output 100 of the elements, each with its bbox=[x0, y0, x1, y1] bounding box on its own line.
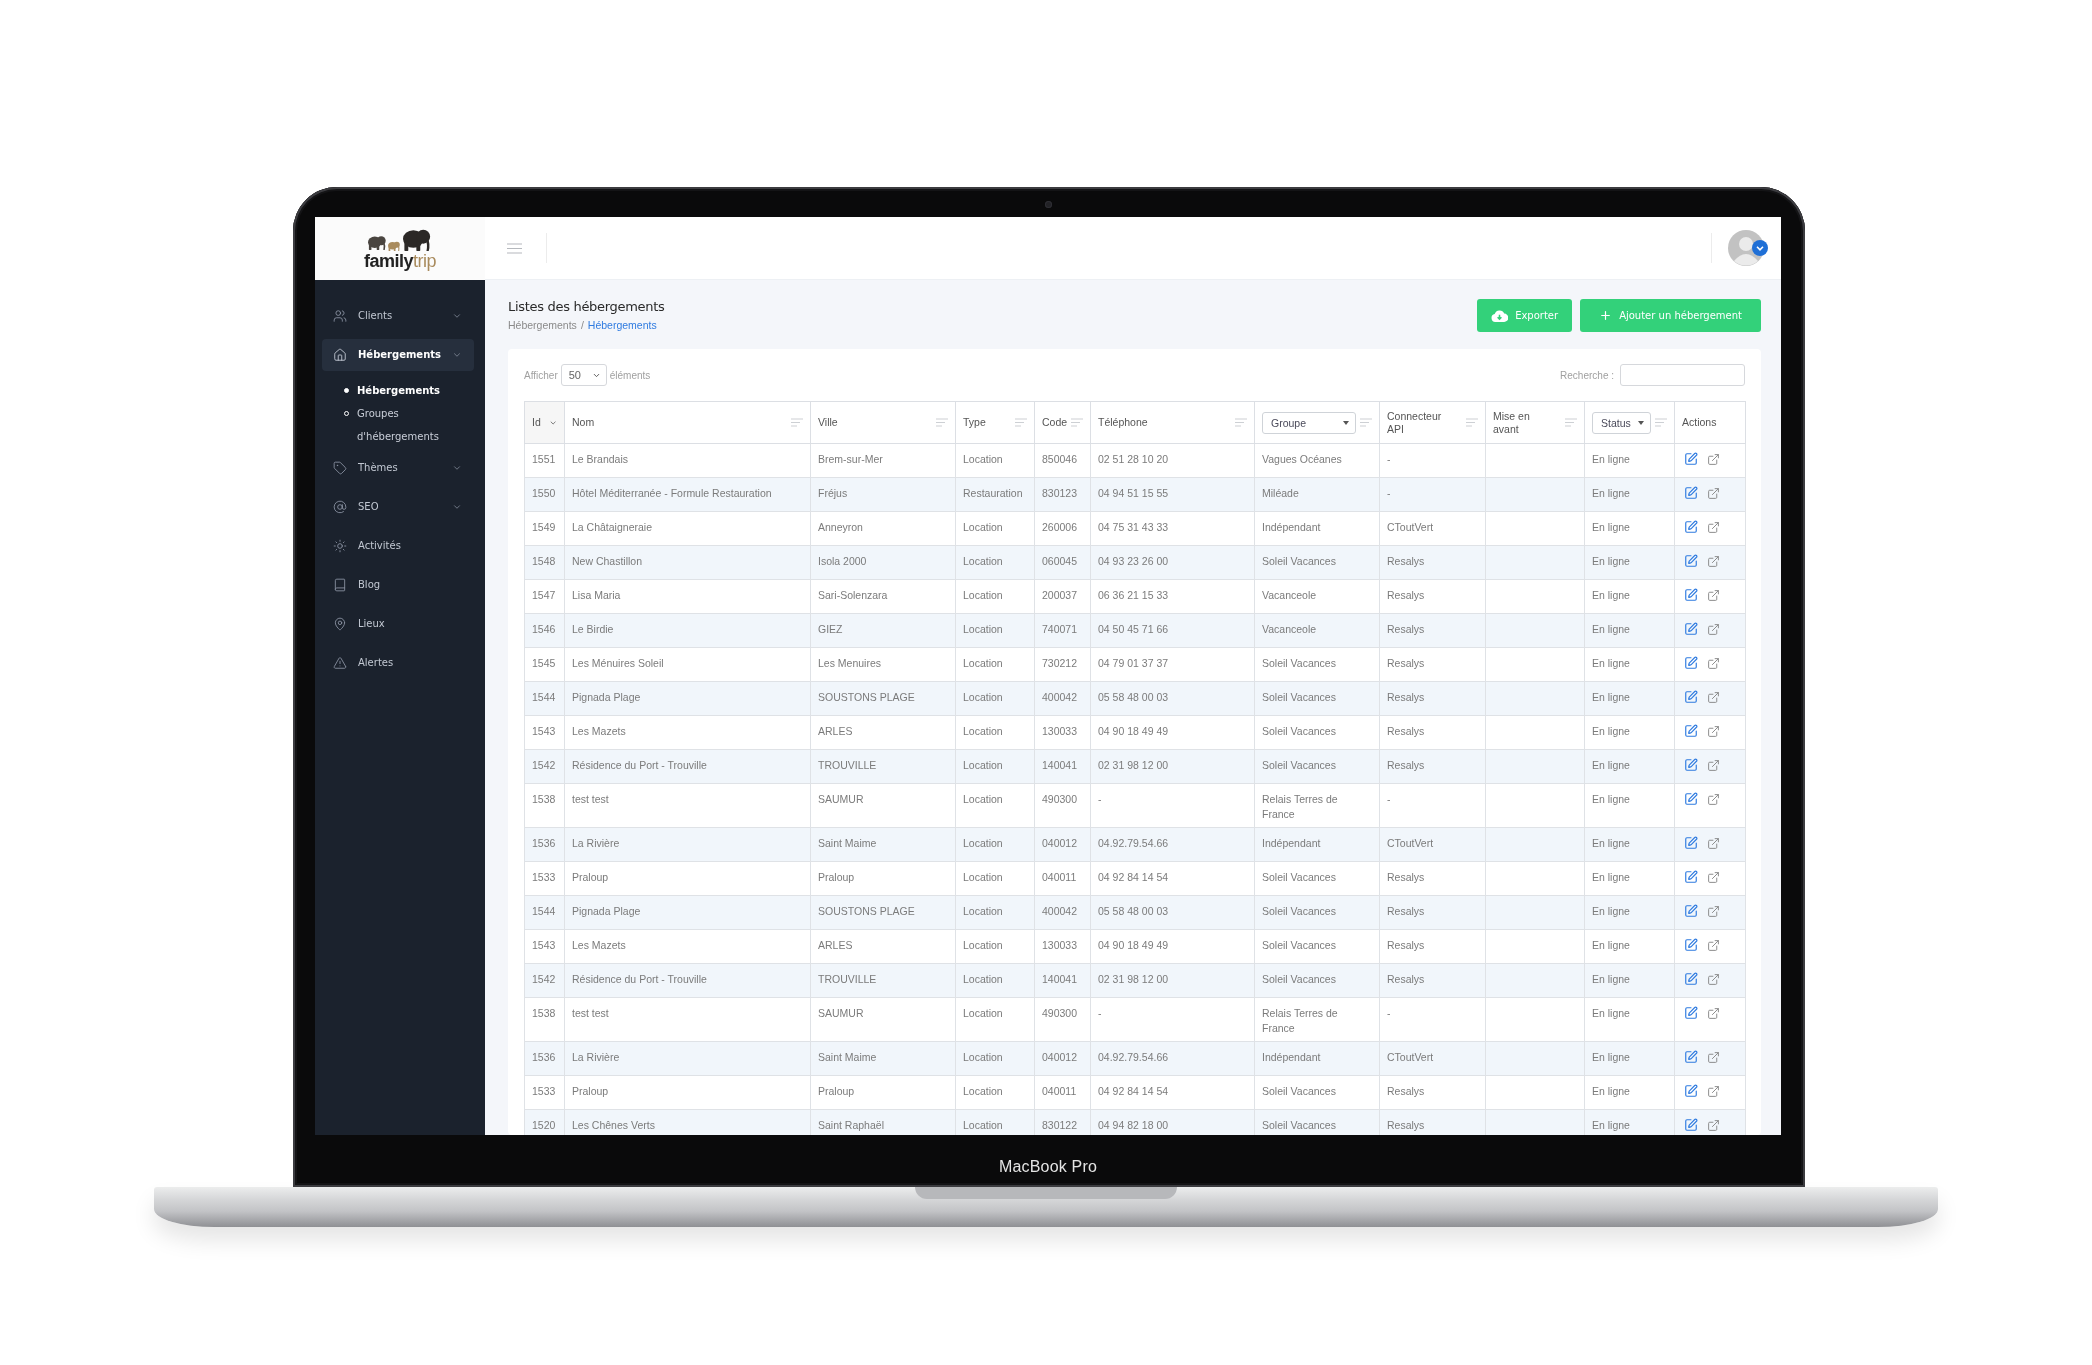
table-cell: Soleil Vacances bbox=[1254, 1075, 1380, 1110]
filter-select[interactable]: Status bbox=[1592, 411, 1651, 434]
table-cell: 040012 bbox=[1034, 1041, 1091, 1076]
filter-select[interactable]: Groupe bbox=[1262, 411, 1356, 434]
table-cell: Location bbox=[955, 895, 1035, 930]
table-cell: 060045 bbox=[1034, 545, 1091, 580]
external-link-icon[interactable] bbox=[1707, 690, 1720, 704]
table-cell: 1548 bbox=[524, 545, 565, 580]
show-label: Afficher bbox=[524, 369, 558, 381]
search-label: Recherche : bbox=[1560, 369, 1614, 381]
external-link-icon[interactable] bbox=[1707, 452, 1720, 466]
external-link-icon[interactable] bbox=[1707, 1084, 1720, 1098]
table-cell: Resalys bbox=[1379, 749, 1486, 784]
external-link-icon[interactable] bbox=[1707, 972, 1720, 986]
sidebar-item[interactable]: Thèmes bbox=[322, 451, 474, 484]
external-link-icon[interactable] bbox=[1707, 622, 1720, 636]
edit-icon[interactable] bbox=[1684, 690, 1698, 704]
column-header[interactable]: Téléphone bbox=[1090, 401, 1255, 444]
table-cell: Resalys bbox=[1379, 963, 1486, 998]
sidebar-item-icon bbox=[333, 655, 347, 670]
external-link-icon[interactable] bbox=[1707, 724, 1720, 738]
table-cell: Résidence du Port - Trouville bbox=[564, 749, 811, 784]
table-cell: Hôtel Méditerranée - Formule Restauration bbox=[564, 477, 811, 512]
table-cell: Saint Maime bbox=[810, 827, 956, 862]
edit-icon[interactable] bbox=[1684, 588, 1698, 602]
edit-icon[interactable] bbox=[1684, 1084, 1698, 1098]
edit-icon[interactable] bbox=[1684, 520, 1698, 534]
external-link-icon[interactable] bbox=[1707, 792, 1720, 806]
edit-icon[interactable] bbox=[1684, 1118, 1698, 1132]
external-link-icon[interactable] bbox=[1707, 1050, 1720, 1064]
edit-icon[interactable] bbox=[1684, 724, 1698, 738]
table-cell: 04 75 31 43 33 bbox=[1090, 511, 1255, 546]
external-link-icon[interactable] bbox=[1707, 870, 1720, 884]
edit-icon[interactable] bbox=[1684, 486, 1698, 500]
table-cell: Les Menuires bbox=[810, 647, 956, 682]
column-header[interactable]: Mise en avant bbox=[1485, 401, 1585, 444]
chevron-down-icon[interactable] bbox=[1752, 240, 1768, 256]
column-header[interactable]: Code bbox=[1034, 401, 1091, 444]
column-header[interactable]: Connecteur API bbox=[1379, 401, 1486, 444]
column-header[interactable]: Nom bbox=[564, 401, 811, 444]
table-cell: Soleil Vacances bbox=[1254, 715, 1380, 750]
external-link-icon[interactable] bbox=[1707, 758, 1720, 772]
table-cell: TROUVILLE bbox=[810, 963, 956, 998]
column-header[interactable]: Type bbox=[955, 401, 1035, 444]
column-header[interactable]: Ville bbox=[810, 401, 956, 444]
external-link-icon[interactable] bbox=[1707, 588, 1720, 602]
table-cell: 04 93 23 26 00 bbox=[1090, 545, 1255, 580]
edit-icon[interactable] bbox=[1684, 904, 1698, 918]
table-cell: Praloup bbox=[564, 861, 811, 896]
sidebar-item[interactable]: SEO bbox=[322, 490, 474, 523]
edit-icon[interactable] bbox=[1684, 656, 1698, 670]
table-cell: 040011 bbox=[1034, 1075, 1091, 1110]
table-cell: Location bbox=[955, 1041, 1035, 1076]
sidebar-item[interactable]: Clients bbox=[322, 299, 474, 332]
edit-icon[interactable] bbox=[1684, 758, 1698, 772]
sidebar-item[interactable]: Lieux bbox=[322, 607, 474, 640]
edit-icon[interactable] bbox=[1684, 972, 1698, 986]
sidebar-subitem[interactable]: Hébergements bbox=[344, 379, 474, 402]
edit-icon[interactable] bbox=[1684, 1006, 1698, 1020]
edit-icon[interactable] bbox=[1684, 452, 1698, 466]
edit-icon[interactable] bbox=[1684, 870, 1698, 884]
external-link-icon[interactable] bbox=[1707, 520, 1720, 534]
breadcrumb-link[interactable]: Hébergements bbox=[587, 318, 657, 332]
bullet-icon bbox=[344, 388, 349, 393]
sidebar-item[interactable]: Activités bbox=[322, 529, 474, 562]
table-cell: En ligne bbox=[1584, 579, 1675, 614]
table-cell: Pignada Plage bbox=[564, 895, 811, 930]
table-cell: 1543 bbox=[524, 929, 565, 964]
edit-icon[interactable] bbox=[1684, 1050, 1698, 1064]
search-field[interactable] bbox=[1620, 364, 1745, 386]
edit-icon[interactable] bbox=[1684, 938, 1698, 952]
caret-icon bbox=[1343, 420, 1349, 425]
sidebar-item[interactable]: Hébergements bbox=[322, 338, 474, 371]
external-link-icon[interactable] bbox=[1707, 656, 1720, 670]
sidebar-item[interactable]: Alertes bbox=[322, 646, 474, 679]
table-cell: 1545 bbox=[524, 647, 565, 682]
edit-icon[interactable] bbox=[1684, 836, 1698, 850]
menu-icon[interactable] bbox=[507, 242, 522, 254]
table-cell: En ligne bbox=[1584, 749, 1675, 784]
table-cell: Location bbox=[955, 1075, 1035, 1110]
table-cell: Resalys bbox=[1379, 613, 1486, 648]
table-cell: Location bbox=[955, 511, 1035, 546]
column-header[interactable]: Id bbox=[524, 401, 565, 444]
sidebar-subitem[interactable]: Groupes d'hébergements bbox=[344, 402, 474, 448]
table-cell: 05 58 48 00 03 bbox=[1090, 895, 1255, 930]
edit-icon[interactable] bbox=[1684, 792, 1698, 806]
external-link-icon[interactable] bbox=[1707, 836, 1720, 850]
edit-icon[interactable] bbox=[1684, 622, 1698, 636]
page-length-select[interactable]: 50 bbox=[560, 364, 607, 386]
external-link-icon[interactable] bbox=[1707, 554, 1720, 568]
external-link-icon[interactable] bbox=[1707, 1118, 1720, 1132]
edit-icon[interactable] bbox=[1684, 554, 1698, 568]
external-link-icon[interactable] bbox=[1707, 486, 1720, 500]
external-link-icon[interactable] bbox=[1707, 1006, 1720, 1020]
table-cell: 04 90 18 49 49 bbox=[1090, 715, 1255, 750]
table-cell: 830123 bbox=[1034, 477, 1091, 512]
external-link-icon[interactable] bbox=[1707, 904, 1720, 918]
sidebar-item[interactable]: Blog bbox=[322, 568, 474, 601]
external-link-icon[interactable] bbox=[1707, 938, 1720, 952]
table-cell: Location bbox=[955, 715, 1035, 750]
